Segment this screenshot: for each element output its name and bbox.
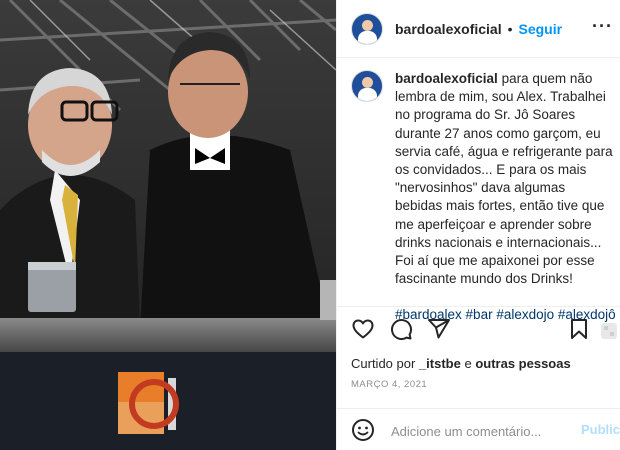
bookmark-icon[interactable] bbox=[567, 317, 591, 346]
caption-text-block: bardoalexoficial para quem não lembra de… bbox=[395, 70, 616, 325]
header-separator: • bbox=[507, 20, 513, 37]
post-details-panel: bardoalexoficial • Seguir ··· bardoalexo… bbox=[336, 0, 620, 450]
heart-icon[interactable] bbox=[351, 317, 375, 346]
liked-by-line: Curtido por _itstbe e outras pessoas bbox=[351, 356, 571, 371]
post-media-image[interactable] bbox=[0, 0, 336, 450]
avatar[interactable] bbox=[351, 12, 383, 45]
post-action-bar bbox=[337, 306, 620, 350]
post-header: bardoalexoficial • Seguir ··· bbox=[337, 0, 620, 58]
share-icon[interactable] bbox=[427, 317, 451, 346]
avatar-head bbox=[362, 19, 373, 31]
avatar-body bbox=[358, 88, 377, 101]
liked-by-user-link[interactable]: _itstbe bbox=[419, 356, 461, 371]
emoji-icon[interactable] bbox=[351, 418, 375, 447]
comment-input[interactable] bbox=[389, 419, 573, 443]
likes-joiner: e bbox=[464, 356, 472, 371]
caption-avatar[interactable] bbox=[351, 70, 383, 102]
caption-username-link[interactable]: bardoalexoficial bbox=[395, 71, 498, 86]
avatar-body bbox=[358, 30, 377, 44]
header-username-link[interactable]: bardoalexoficial bbox=[395, 21, 502, 37]
follow-button[interactable]: Seguir bbox=[519, 21, 563, 37]
caption-text: para quem não lembra de mim, sou Alex. T… bbox=[395, 71, 613, 287]
post-caption: bardoalexoficial para quem não lembra de… bbox=[351, 70, 616, 325]
post-date: MARÇO 4, 2021 bbox=[351, 379, 428, 390]
avatar-head bbox=[362, 77, 373, 88]
photo-tv-set bbox=[0, 0, 336, 450]
more-avatars-icon bbox=[599, 321, 619, 346]
liked-by-others-link[interactable]: outras pessoas bbox=[475, 356, 570, 371]
add-comment-bar: Publicar bbox=[337, 408, 620, 450]
more-options-icon[interactable]: ··· bbox=[592, 16, 613, 37]
comment-icon[interactable] bbox=[389, 317, 413, 346]
publish-comment-button[interactable]: Publicar bbox=[581, 422, 620, 437]
likes-prefix: Curtido por bbox=[351, 356, 416, 371]
